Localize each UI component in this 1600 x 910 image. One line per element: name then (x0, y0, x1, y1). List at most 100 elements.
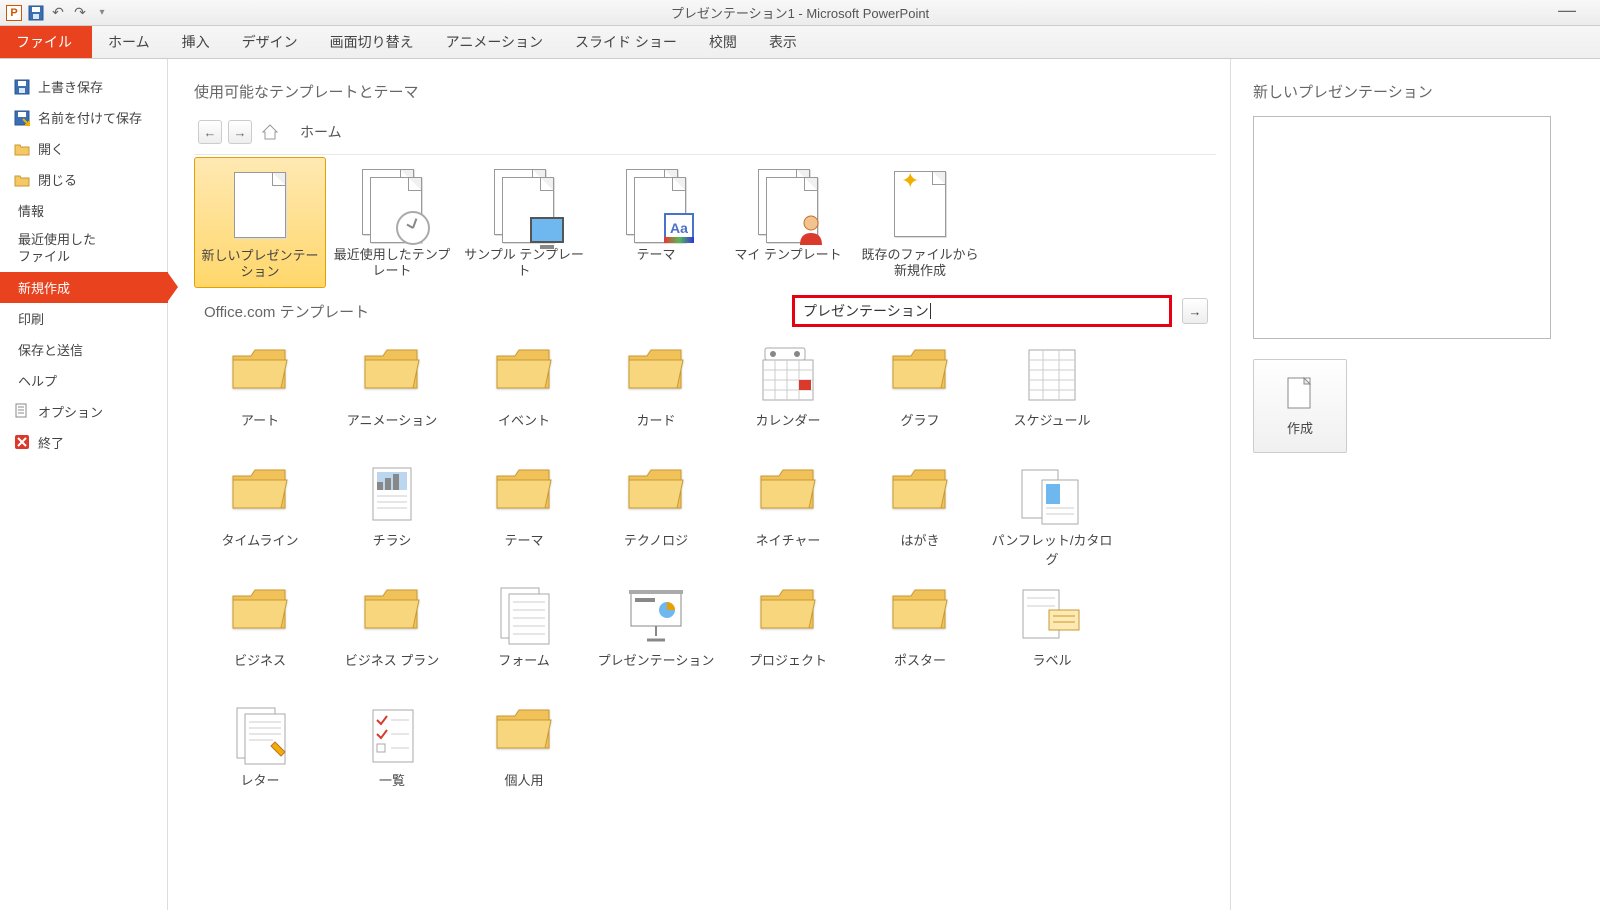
open-folder-icon (14, 141, 30, 157)
category-personal[interactable]: 個人用 (458, 698, 590, 818)
backstage-sidebar: 上書き保存 名前を付けて保存 開く 閉じる 情報 最近使用した ファイル 新規作… (0, 59, 168, 910)
sidebar-item-label: 情報 (18, 201, 44, 220)
title-bar: P ↶ ↷ ▾ プレゼンテーション1 - Microsoft PowerPoin… (0, 0, 1600, 26)
sidebar-item-label: 名前を付けて保存 (38, 108, 142, 127)
category-project[interactable]: プロジェクト (722, 578, 854, 698)
nav-forward-button[interactable]: → (228, 120, 252, 144)
close-folder-icon (14, 172, 30, 188)
category-letter[interactable]: レター (194, 698, 326, 818)
sidebar-item-save-as[interactable]: 名前を付けて保存 (0, 102, 167, 133)
category-flyer[interactable]: チラシ (326, 458, 458, 578)
category-animation[interactable]: アニメーション (326, 338, 458, 458)
quick-access-toolbar: P ↶ ↷ ▾ (0, 5, 110, 21)
tab-design[interactable]: デザイン (226, 26, 314, 58)
category-technology[interactable]: テクノロジ (590, 458, 722, 578)
template-label: 最近使用したテンプレート (328, 247, 456, 278)
template-recent[interactable]: 最近使用したテンプレート (326, 157, 458, 288)
template-from-existing[interactable]: ✦ 既存のファイルから 新規作成 (854, 157, 986, 288)
category-timeline[interactable]: タイムライン (194, 458, 326, 578)
sidebar-item-label: 終了 (38, 433, 64, 452)
save-icon[interactable] (28, 5, 44, 21)
new-document-icon (1286, 376, 1314, 410)
office-templates-header: Office.com テンプレート プレゼンテーション → (194, 294, 1208, 328)
templates-scroll[interactable]: 新しいプレゼンテーション 最近使用したテンプレート サンプル テンプレート Aa… (194, 155, 1216, 910)
sidebar-item-label: 新規作成 (18, 278, 70, 297)
exit-icon (14, 434, 30, 450)
nav-back-button[interactable]: ← (198, 120, 222, 144)
tab-view[interactable]: 表示 (753, 26, 813, 58)
template-label: 既存のファイルから 新規作成 (861, 247, 978, 278)
sidebar-item-info[interactable]: 情報 (0, 195, 167, 226)
preview-heading: 新しいプレゼンテーション (1253, 81, 1584, 102)
sidebar-item-label: 印刷 (18, 309, 44, 328)
category-business[interactable]: ビジネス (194, 578, 326, 698)
category-pamphlet[interactable]: パンフレット/カタログ (986, 458, 1118, 578)
sidebar-item-help[interactable]: ヘルプ (0, 365, 167, 396)
sidebar-item-new[interactable]: 新規作成 (0, 272, 168, 303)
ribbon-tabs: ファイル ホーム 挿入 デザイン 画面切り替え アニメーション スライド ショー… (0, 26, 1600, 59)
sidebar-item-label: 開く (38, 139, 64, 158)
category-postcard[interactable]: はがき (854, 458, 986, 578)
category-form[interactable]: フォーム (458, 578, 590, 698)
qat-dropdown-icon[interactable]: ▾ (94, 5, 110, 21)
undo-icon[interactable]: ↶ (50, 5, 66, 21)
category-card[interactable]: カード (590, 338, 722, 458)
sidebar-item-label: ヘルプ (18, 371, 57, 390)
category-poster[interactable]: ポスター (854, 578, 986, 698)
tab-slideshow[interactable]: スライド ショー (559, 26, 693, 58)
sidebar-item-open[interactable]: 開く (0, 133, 167, 164)
category-business-plan[interactable]: ビジネス プラン (326, 578, 458, 698)
sidebar-item-label: 最近使用した ファイル (18, 232, 96, 266)
template-search-input[interactable]: プレゼンテーション (792, 295, 1172, 327)
template-sample[interactable]: サンプル テンプレート (458, 157, 590, 288)
category-presentation[interactable]: プレゼンテーション (590, 578, 722, 698)
category-grid: アート アニメーション イベント カード カレンダー グラフ スケジュール タイ… (194, 338, 1208, 818)
template-my-templates[interactable]: マイ テンプレート (722, 157, 854, 288)
slide-preview (1253, 116, 1551, 339)
search-go-button[interactable]: → (1182, 298, 1208, 324)
template-label: テーマ (636, 247, 675, 263)
template-label: 新しいプレゼンテーション (197, 248, 323, 279)
redo-icon[interactable]: ↷ (72, 5, 88, 21)
category-calendar[interactable]: カレンダー (722, 338, 854, 458)
tab-insert[interactable]: 挿入 (166, 26, 226, 58)
tab-home[interactable]: ホーム (92, 26, 166, 58)
category-art[interactable]: アート (194, 338, 326, 458)
template-navbar: ← → ホーム (194, 116, 1216, 155)
sidebar-item-share[interactable]: 保存と送信 (0, 334, 167, 365)
window-title: プレゼンテーション1 - Microsoft PowerPoint (671, 3, 929, 22)
tab-animations[interactable]: アニメーション (430, 26, 559, 58)
create-button[interactable]: 作成 (1253, 359, 1347, 453)
sidebar-item-save[interactable]: 上書き保存 (0, 71, 167, 102)
sidebar-item-close[interactable]: 閉じる (0, 164, 167, 195)
category-chart[interactable]: グラフ (854, 338, 986, 458)
tab-review[interactable]: 校閲 (693, 26, 753, 58)
category-theme[interactable]: テーマ (458, 458, 590, 578)
backstage-main: 上書き保存 名前を付けて保存 開く 閉じる 情報 最近使用した ファイル 新規作… (0, 59, 1600, 910)
template-blank-presentation[interactable]: 新しいプレゼンテーション (194, 157, 326, 288)
save-as-icon (14, 110, 30, 126)
sidebar-item-label: オプション (38, 402, 103, 421)
template-themes[interactable]: Aa テーマ (590, 157, 722, 288)
sidebar-item-print[interactable]: 印刷 (0, 303, 167, 334)
templates-panel: 使用可能なテンプレートとテーマ ← → ホーム 新しいプレゼンテーション 最近使… (168, 59, 1230, 910)
category-list[interactable]: 一覧 (326, 698, 458, 818)
category-nature[interactable]: ネイチャー (722, 458, 854, 578)
powerpoint-app-icon: P (6, 5, 22, 21)
nav-home-button[interactable] (258, 120, 282, 144)
sidebar-item-recent[interactable]: 最近使用した ファイル (0, 226, 167, 272)
create-label: 作成 (1287, 418, 1313, 437)
template-label: マイ テンプレート (734, 247, 841, 263)
category-schedule[interactable]: スケジュール (986, 338, 1118, 458)
tab-transitions[interactable]: 画面切り替え (314, 26, 430, 58)
tab-file[interactable]: ファイル (0, 26, 92, 58)
category-label[interactable]: ラベル (986, 578, 1118, 698)
sidebar-item-options[interactable]: オプション (0, 396, 167, 427)
category-event[interactable]: イベント (458, 338, 590, 458)
sidebar-item-exit[interactable]: 終了 (0, 427, 167, 458)
minimize-button[interactable]: — (1558, 4, 1576, 16)
options-icon (14, 403, 30, 419)
sidebar-item-label: 保存と送信 (18, 340, 83, 359)
sidebar-item-label: 上書き保存 (38, 77, 103, 96)
breadcrumb[interactable]: ホーム (300, 122, 342, 142)
